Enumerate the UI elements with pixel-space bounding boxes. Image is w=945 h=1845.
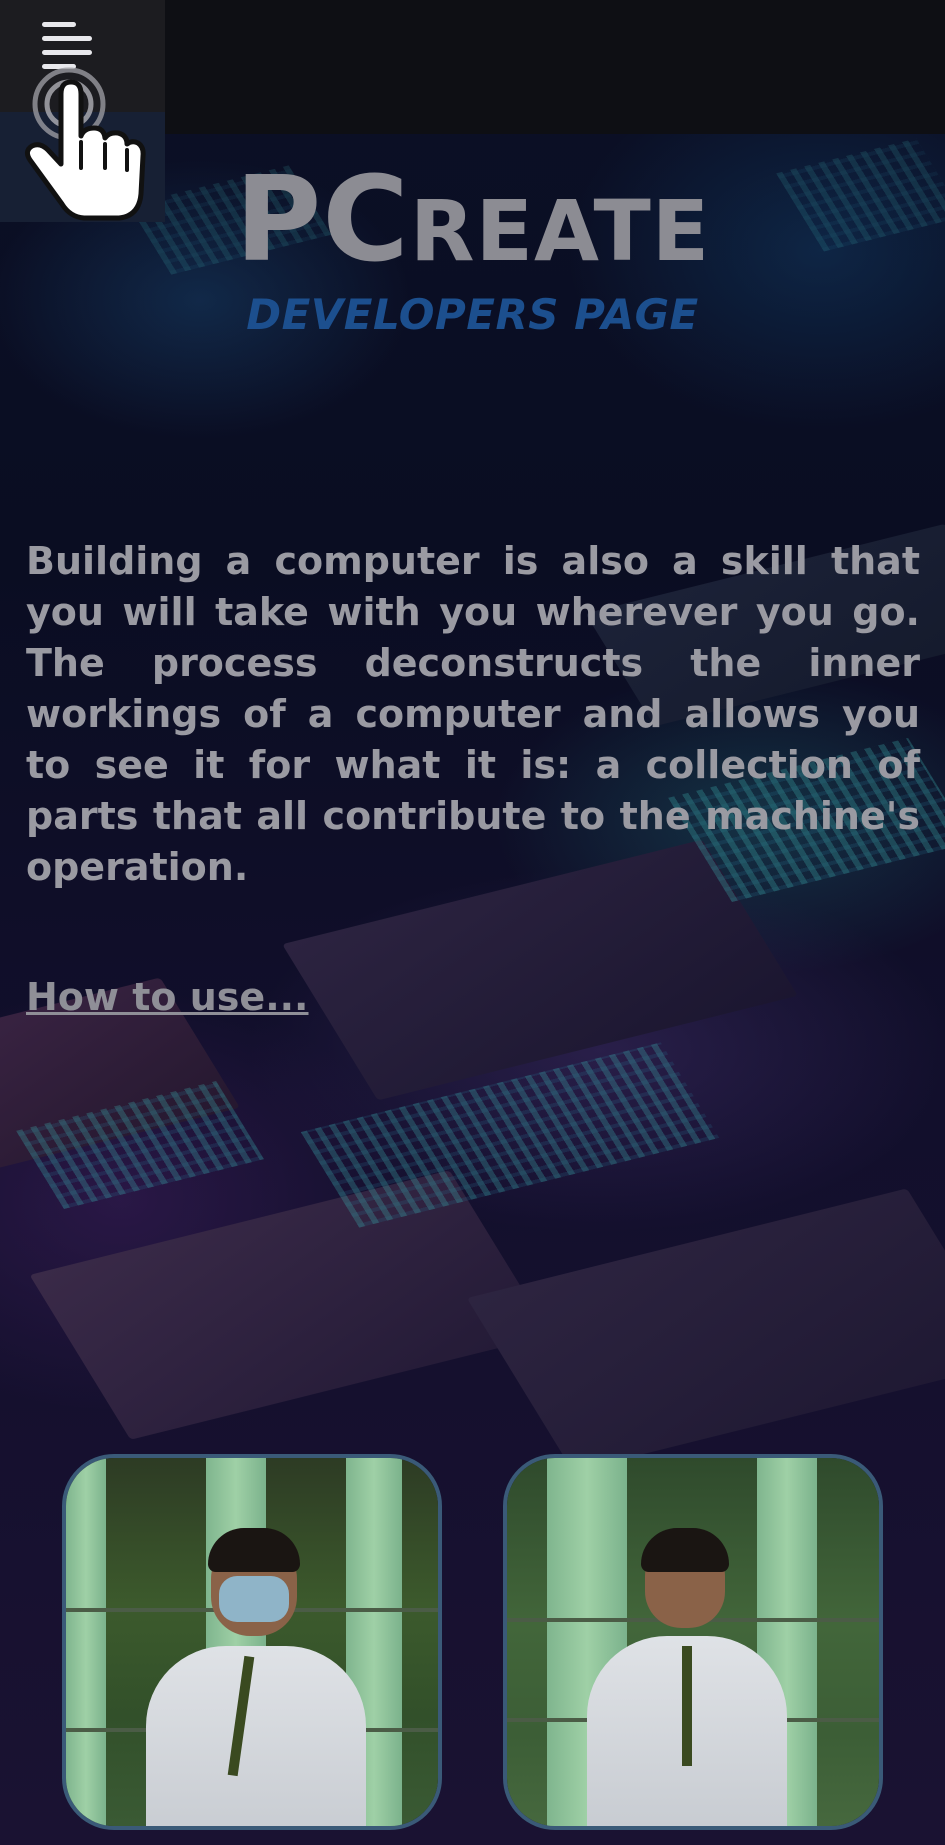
- developer-photo-2: [507, 1458, 879, 1826]
- background-chip: [466, 1188, 945, 1472]
- developer-card[interactable]: [62, 1454, 442, 1830]
- page-subtitle: DEVELOPERS PAGE: [246, 290, 699, 339]
- how-to-use-link[interactable]: How to use...: [26, 975, 309, 1019]
- tap-hand-icon: [24, 67, 146, 221]
- app-title-rest: REATE: [409, 182, 711, 280]
- menu-button[interactable]: [0, 0, 165, 222]
- app-title-initial: PC: [234, 150, 410, 288]
- developer-photo-1: [66, 1458, 438, 1826]
- intro-paragraph: Building a computer is also a skill that…: [26, 539, 920, 889]
- developer-card[interactable]: [503, 1454, 883, 1830]
- developers-page: PCREATE DEVELOPERS PAGE Building a compu…: [0, 0, 945, 1845]
- hamburger-menu-icon[interactable]: [42, 22, 94, 70]
